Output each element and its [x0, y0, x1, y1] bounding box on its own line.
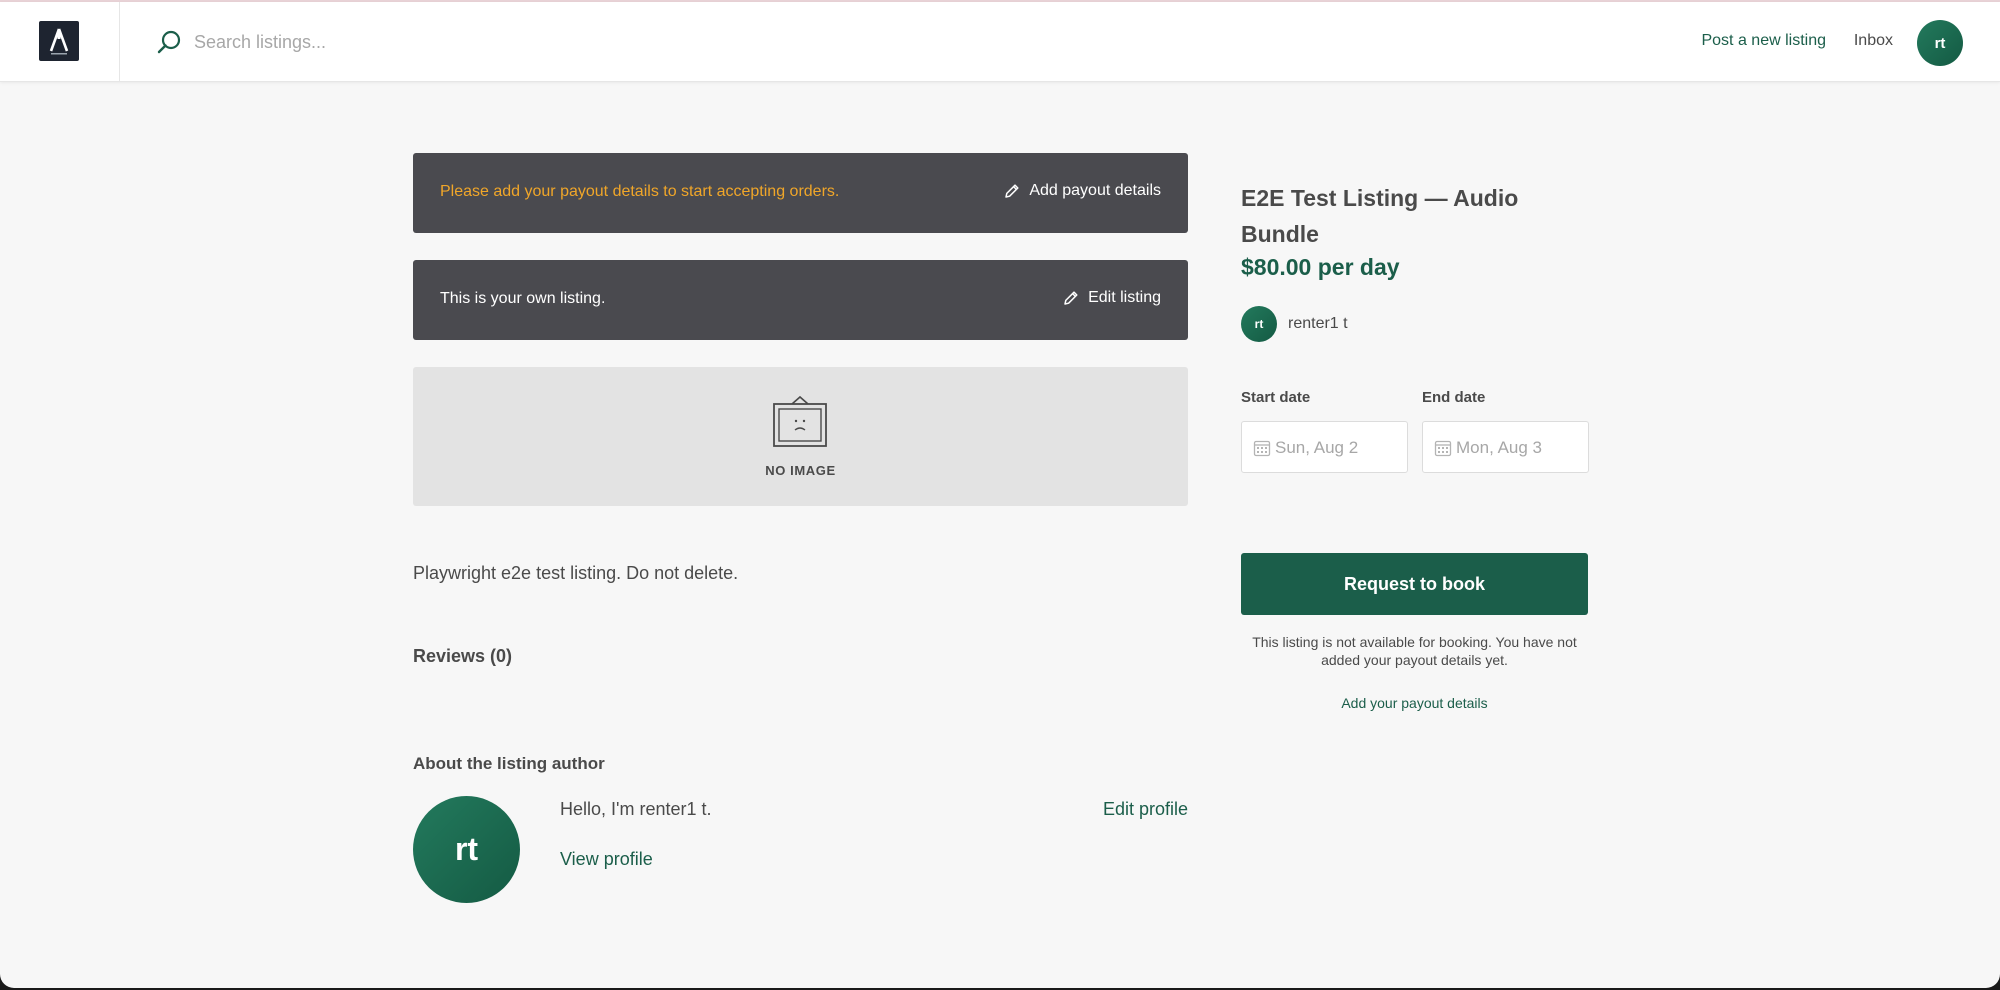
calendar-icon	[1434, 440, 1452, 457]
request-to-book-button[interactable]: Request to book	[1241, 553, 1588, 615]
seller-avatar[interactable]: rt	[1241, 306, 1277, 342]
inbox-link[interactable]: Inbox	[1854, 32, 1893, 50]
add-payout-link[interactable]: Add your payout details	[1241, 695, 1588, 711]
listing-title: E2E Test Listing — Audio Bundle	[1241, 185, 1519, 247]
start-date-value: Sun, Aug 2	[1275, 438, 1359, 457]
view-profile-link[interactable]: View profile	[560, 849, 653, 870]
no-image-label: NO IMAGE	[765, 463, 836, 478]
start-date-field[interactable]: Sun, Aug 2	[1241, 421, 1408, 473]
seller-name: renter1 t	[1288, 315, 1348, 332]
own-listing-message: This is your own listing.	[440, 290, 606, 307]
reviews-heading: Reviews (0)	[413, 646, 513, 666]
pencil-icon	[1064, 291, 1078, 305]
search-input[interactable]	[194, 24, 894, 60]
author-heading: About the listing author	[413, 754, 605, 773]
listing-description: Playwright e2e test listing. Do not dele…	[413, 563, 739, 583]
start-date-label: Start date	[1241, 389, 1311, 406]
payout-banner: Please add your payout details to start …	[413, 153, 1188, 233]
topbar: Post a new listing Inbox rt	[0, 2, 2000, 82]
author-avatar[interactable]: rt	[413, 796, 520, 903]
edit-listing-label: Edit listing	[1088, 289, 1161, 306]
own-listing-banner: This is your own listing. Edit listing	[413, 260, 1188, 340]
search-icon[interactable]	[156, 29, 182, 55]
pencil-icon	[1005, 184, 1019, 198]
no-image-frame-icon	[773, 395, 827, 447]
booking-unavailable-notice: This listing is not available for bookin…	[1252, 634, 1577, 668]
add-payout-details-button[interactable]: Add payout details	[1003, 182, 1161, 200]
payout-banner-message: Please add your payout details to start …	[440, 183, 840, 200]
end-date-label: End date	[1422, 389, 1486, 406]
app-window: Post a new listing Inbox rt Please add y…	[0, 0, 2000, 988]
end-date-field[interactable]: Mon, Aug 3	[1422, 421, 1589, 473]
listing-price: $80.00 per day	[1241, 254, 1400, 280]
post-listing-link[interactable]: Post a new listing	[1701, 32, 1826, 50]
user-avatar[interactable]: rt	[1917, 20, 1963, 66]
listing-image-placeholder: NO IMAGE	[413, 367, 1188, 506]
logo-mark-icon	[49, 28, 69, 55]
edit-listing-button[interactable]: Edit listing	[1062, 289, 1161, 307]
calendar-icon	[1253, 440, 1271, 457]
logo[interactable]	[39, 21, 79, 61]
add-payout-details-label: Add payout details	[1029, 182, 1161, 199]
author-greeting: Hello, I'm renter1 t.	[560, 799, 712, 819]
logo-cell	[0, 2, 120, 82]
end-date-value: Mon, Aug 3	[1456, 438, 1543, 457]
edit-profile-link[interactable]: Edit profile	[1103, 799, 1188, 820]
